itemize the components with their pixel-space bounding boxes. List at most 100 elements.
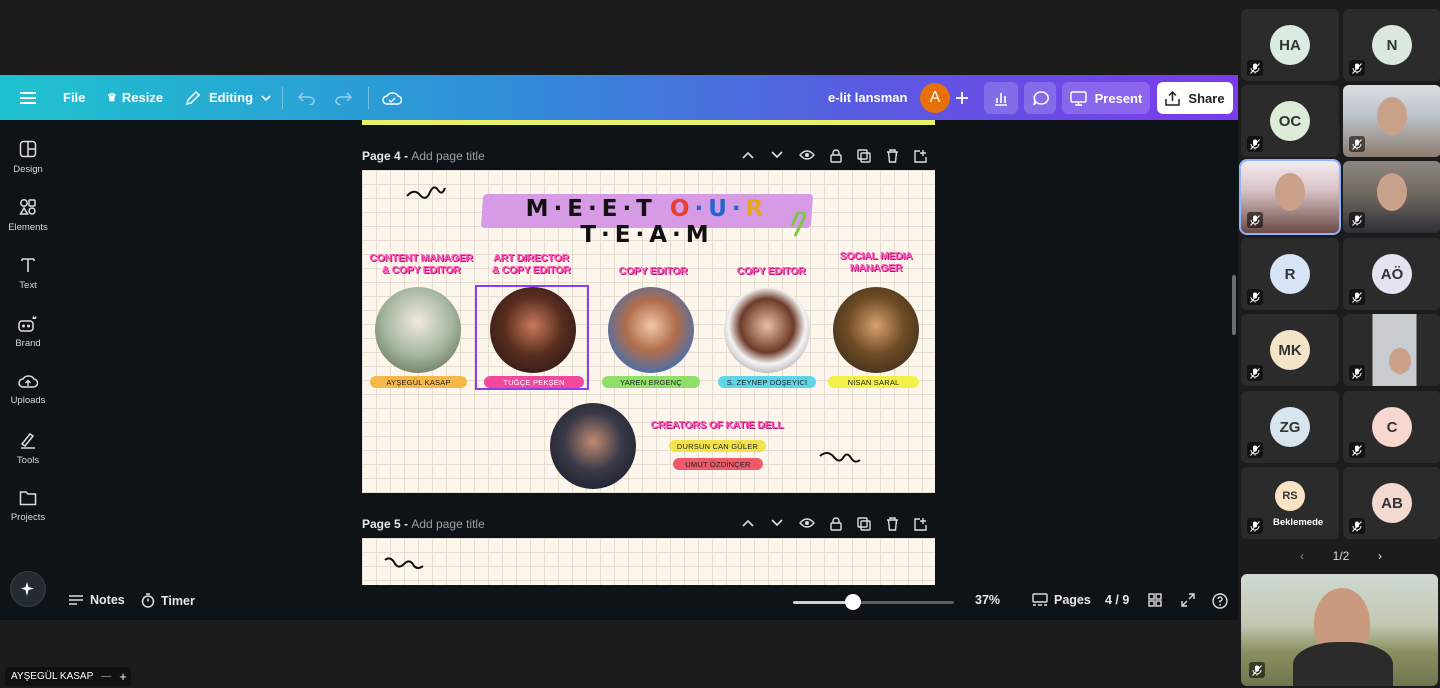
chevron-up-icon[interactable] xyxy=(741,517,755,529)
help-button[interactable] xyxy=(1212,593,1228,609)
notes-icon xyxy=(69,595,83,605)
participant-tile[interactable]: RS Beklemede xyxy=(1241,467,1339,539)
pages-button[interactable]: Pages xyxy=(1032,593,1091,607)
add-page-icon[interactable] xyxy=(914,149,928,163)
lock-icon[interactable] xyxy=(830,149,842,163)
eye-icon[interactable] xyxy=(799,149,815,161)
participant-tile[interactable]: C xyxy=(1343,391,1440,463)
mic-muted-icon xyxy=(1247,365,1263,381)
sidebar-label: Design xyxy=(13,164,43,175)
mic-muted-icon xyxy=(1349,136,1365,152)
sidebar-item-uploads[interactable]: Uploads xyxy=(0,373,56,406)
participant-tile[interactable]: HA xyxy=(1241,9,1339,81)
redo-button[interactable] xyxy=(335,75,352,120)
role-line: SOCIAL MEDIA xyxy=(839,250,913,262)
cloud-check-icon xyxy=(382,92,402,105)
participant-tile[interactable]: AÖ xyxy=(1343,238,1440,310)
file-menu[interactable]: File xyxy=(63,75,85,120)
grid-icon xyxy=(1148,593,1162,607)
page-4-title[interactable]: Page 4 - Add page title xyxy=(362,149,485,163)
plus-icon xyxy=(956,91,968,104)
trash-icon[interactable] xyxy=(886,517,899,531)
page-5-title[interactable]: Page 5 - Add page title xyxy=(362,517,485,531)
participant-initials: MK xyxy=(1270,330,1310,370)
user-avatar[interactable]: A xyxy=(920,83,950,113)
share-button[interactable]: Share xyxy=(1157,82,1233,114)
participant-tile[interactable] xyxy=(1239,159,1341,235)
resize-button[interactable]: ♛ Resize xyxy=(107,75,163,120)
mic-muted-icon xyxy=(1349,212,1365,228)
editor-scrollbar[interactable] xyxy=(1232,275,1236,335)
insights-button[interactable] xyxy=(984,82,1018,114)
sidebar-item-tools[interactable]: Tools xyxy=(0,431,56,466)
comments-button[interactable] xyxy=(1024,82,1056,114)
mic-muted-icon xyxy=(1349,289,1365,305)
redo-icon xyxy=(335,91,352,105)
pages-icon xyxy=(1032,593,1048,606)
design-icon xyxy=(19,140,37,158)
sidebar-item-brand[interactable]: Brand xyxy=(0,314,56,349)
participant-tile[interactable]: AB xyxy=(1343,467,1440,539)
document-title[interactable]: e-lit lansman xyxy=(828,75,907,120)
participant-tile[interactable]: R xyxy=(1241,238,1339,310)
participant-initials: R xyxy=(1270,254,1310,294)
zoom-percent[interactable]: 37% xyxy=(975,593,1000,607)
magic-assistant-button[interactable] xyxy=(10,571,46,607)
creator-name-tag: DURSUN CAN GÜLER xyxy=(669,440,766,452)
fullscreen-button[interactable] xyxy=(1181,593,1195,607)
participant-tile[interactable] xyxy=(1343,314,1440,386)
chevron-up-icon[interactable] xyxy=(741,149,755,161)
member-photo xyxy=(490,287,576,373)
page-counter: 4 / 9 xyxy=(1105,593,1130,607)
timer-button[interactable]: Timer xyxy=(141,593,195,608)
duplicate-icon[interactable] xyxy=(857,149,871,163)
editing-mode-dropdown[interactable]: Editing xyxy=(185,75,271,120)
zoom-slider[interactable] xyxy=(793,594,954,610)
zoom-slider-handle[interactable] xyxy=(844,594,861,610)
sidebar-item-text[interactable]: Text xyxy=(0,256,56,291)
pager-text: 1/2 xyxy=(1332,549,1350,563)
slide-meet-our-team[interactable]: M·E·E·T O·U·R T·E·A·M CONTENT MANAGER & … xyxy=(362,170,935,493)
page-5-label: Page 5 - xyxy=(362,517,409,531)
add-page-icon[interactable] xyxy=(914,517,928,531)
sidebar-item-design[interactable]: Design xyxy=(0,140,56,175)
plus-icon[interactable]: + xyxy=(119,669,127,684)
chevron-down-icon[interactable] xyxy=(770,149,784,161)
duplicate-icon[interactable] xyxy=(857,517,871,531)
undo-button[interactable] xyxy=(298,75,315,120)
participant-tile[interactable]: MK xyxy=(1241,314,1339,386)
slide-title: M·E·E·T O·U·R T·E·A·M xyxy=(482,196,812,248)
menu-icon[interactable] xyxy=(20,75,36,120)
participant-tile[interactable] xyxy=(1343,85,1440,157)
participant-tile[interactable] xyxy=(1343,161,1440,233)
chevron-down-icon[interactable] xyxy=(770,517,784,529)
member-photo xyxy=(724,287,810,373)
participant-name-label: AYŞEGÜL KASAP — + xyxy=(5,667,131,686)
add-collaborator-button[interactable] xyxy=(955,75,969,120)
participant-tile[interactable]: OC xyxy=(1241,85,1339,157)
participant-tile[interactable]: N xyxy=(1343,9,1440,81)
eye-icon[interactable] xyxy=(799,517,815,529)
notes-button[interactable]: Notes xyxy=(68,593,125,607)
zoom-slider-fill xyxy=(793,601,853,604)
participant-tile[interactable]: ZG xyxy=(1241,391,1339,463)
lock-icon[interactable] xyxy=(830,517,842,531)
page-5-tools xyxy=(741,517,928,531)
previous-page-edge[interactable] xyxy=(362,120,935,125)
sidebar-item-elements[interactable]: Elements xyxy=(0,198,56,233)
member-name-tag: TUĞÇE PEKŞEN xyxy=(484,376,584,388)
paperclip-icon xyxy=(790,212,806,237)
grid-view-button[interactable] xyxy=(1148,593,1162,607)
present-button[interactable]: Present xyxy=(1062,82,1150,114)
trash-icon[interactable] xyxy=(886,149,899,163)
title-our: O xyxy=(669,196,695,222)
minimize-icon[interactable]: — xyxy=(101,671,111,682)
mic-muted-icon xyxy=(1247,289,1263,305)
chevron-left-icon[interactable]: ‹ xyxy=(1300,549,1304,563)
participant-face xyxy=(1377,97,1407,135)
member-name-tag: AYŞEGÜL KASAP xyxy=(370,376,467,388)
sidebar-item-projects[interactable]: Projects xyxy=(0,490,56,523)
chevron-right-icon[interactable]: › xyxy=(1378,549,1382,563)
slide-page-5[interactable] xyxy=(362,538,935,586)
cloud-save-button[interactable] xyxy=(382,75,402,120)
